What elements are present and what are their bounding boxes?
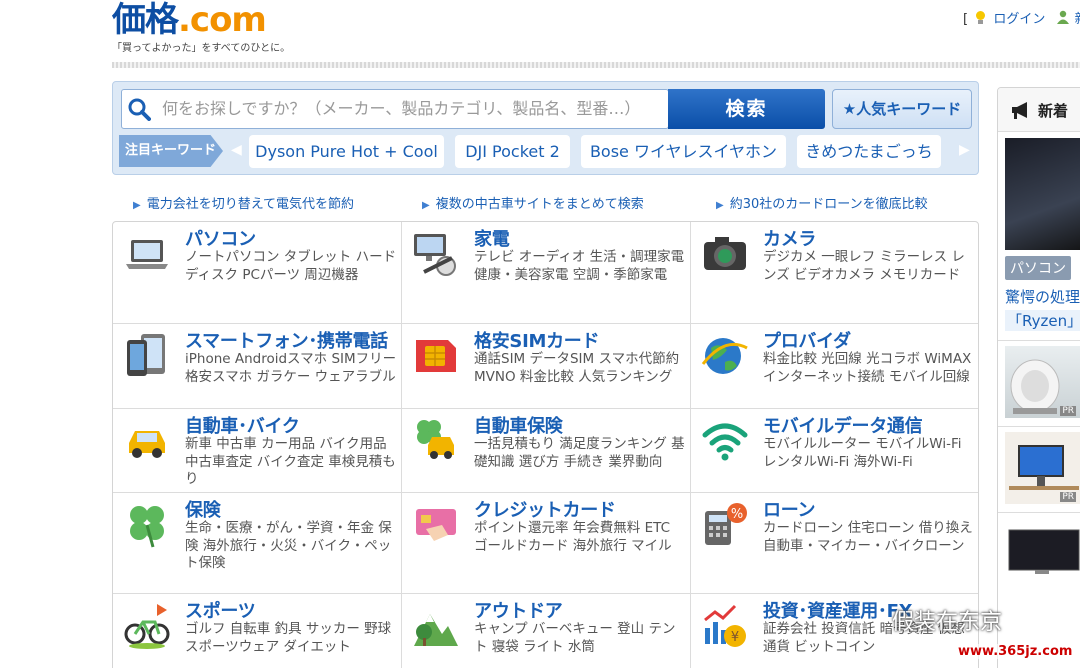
news-sidebar: 新着 パソコン 驚愕の処理 「Ryzen」 PR PR — [997, 87, 1080, 668]
category-loan[interactable]: % ローン カードローン 住宅ローン 借り換え 自動車・マイカー・バイクローン — [691, 493, 978, 594]
promo-link-card-loan[interactable]: ▶ 約30社のカードローンを徹底比較 — [716, 193, 928, 212]
register-link[interactable]: 新 — [1075, 12, 1080, 27]
mountain-tree-icon — [414, 614, 458, 646]
news-category-tag[interactable]: パソコン — [1005, 256, 1071, 280]
watermark-url: www.365jz.com — [958, 644, 1073, 659]
keyword-chip[interactable]: DJI Pocket 2 — [455, 135, 570, 168]
ad-thumbnail-heater[interactable]: PR — [1005, 346, 1080, 418]
category-insurance[interactable]: 保険 生命・医療・がん・学資・年金 保険 海外旅行・火災・バイク・ペット保険 — [113, 493, 402, 594]
car-icon — [129, 431, 165, 458]
sim-card-icon — [416, 340, 456, 372]
popular-keywords-button[interactable]: ★人気キーワード — [832, 89, 972, 129]
site-tagline: 「買ってよかった」をすべてのひとに。 — [112, 43, 291, 54]
bulb-icon — [974, 10, 987, 25]
bicycle-icon — [124, 604, 170, 649]
megaphone-icon — [1012, 102, 1027, 119]
category-car-insurance[interactable]: 自動車保険 一括見積もり 満足度ランキング 基礎知識 選び方 手続き 業界動向 — [402, 409, 691, 493]
watermark-text: 假装在东京 — [892, 610, 1003, 635]
news-headline-1[interactable]: 驚愕の処理 — [1005, 286, 1080, 307]
ad-thumbnail-tv[interactable] — [1005, 520, 1080, 592]
site-logo[interactable]: 価格.com — [112, 2, 267, 38]
tv-image — [1008, 529, 1080, 574]
category-camera[interactable]: カメラ デジカメ 一眼レフ ミラーレス レンズ ビデオカメラ メモリカード — [691, 222, 978, 324]
calculator-icon: % — [705, 503, 747, 545]
category-mobile-data[interactable]: モバイルデータ通信 モバイルルーター モバイルWi-Fi レンタルWi-Fi 海… — [691, 409, 978, 493]
search-panel: 何をお探しですか？（メーカー、製品カテゴリ、製品名、型番…） 検索 ★人気キーワ… — [112, 81, 979, 175]
keyword-chip[interactable]: Bose ワイヤレスイヤホン — [581, 135, 786, 168]
clover-car-icon — [417, 420, 454, 459]
sidebar-divider — [998, 426, 1080, 427]
top-links: [ ログイン 新 — [963, 8, 1080, 27]
triangle-icon: ▶ — [422, 200, 430, 211]
clover-icon — [130, 506, 164, 548]
svg-text:%: % — [731, 507, 743, 522]
wifi-icon — [702, 423, 748, 461]
news-headline-2[interactable]: 「Ryzen」 — [1005, 310, 1080, 331]
page: 価格.com 「買ってよかった」をすべてのひとに。 [ ログイン 新 何をお探し… — [0, 0, 1080, 668]
category-sim[interactable]: 格安SIMカード 通話SIM データSIM スマホ代節約 MVNO 料金比較 人… — [402, 324, 691, 409]
category-appliances[interactable]: 家電 テレビ オーディオ 生活・調理家電 健康・美容家電 空調・季節家電 — [402, 222, 691, 324]
category-smartphone[interactable]: スマートフォン･携帯電話 iPhone Androidスマホ SIMフリー 格安… — [113, 324, 402, 409]
category-credit-card[interactable]: クレジットカード ポイント還元率 年会費無料 ETC ゴールドカード 海外旅行 … — [402, 493, 691, 594]
user-add-icon — [1056, 10, 1069, 25]
login-link[interactable]: ログイン — [993, 12, 1045, 27]
sidebar-divider — [998, 512, 1080, 513]
sidebar-header: 新着 — [998, 88, 1080, 132]
category-grid: パソコン ノートパソコン タブレット ハードディスク PCパーツ 周辺機器 家電… — [112, 221, 979, 668]
header-divider — [112, 62, 1080, 68]
triangle-icon: ▶ — [716, 200, 724, 211]
category-car-bike[interactable]: 自動車･バイク 新車 中古車 カー用品 バイク用品 中古車査定 バイク査定 車検… — [113, 409, 402, 493]
chevron-left-icon[interactable]: ◀ — [231, 142, 242, 158]
smartphone-icon — [127, 334, 165, 376]
camera-icon — [704, 237, 746, 270]
chevron-right-icon[interactable]: ▶ — [959, 142, 970, 158]
promo-link-electricity[interactable]: ▶ 電力会社を切り替えて電気代を節約 — [133, 193, 354, 212]
svg-text:¥: ¥ — [731, 630, 739, 645]
featured-keywords-label: 注目キーワード — [119, 135, 223, 167]
search-icon — [128, 98, 151, 121]
globe-icon — [701, 338, 748, 374]
ad-thumbnail-desktop[interactable]: PR — [1005, 432, 1080, 504]
keyword-chip[interactable]: Dyson Pure Hot + Cool — [249, 135, 444, 168]
category-pc[interactable]: パソコン ノートパソコン タブレット ハードディスク PCパーツ 周辺機器 — [113, 222, 402, 324]
search-input[interactable]: 何をお探しですか？（メーカー、製品カテゴリ、製品名、型番…） — [121, 89, 669, 129]
sidebar-divider — [998, 340, 1080, 341]
search-button[interactable]: 検索 — [668, 89, 825, 129]
promo-link-used-car[interactable]: ▶ 複数の中古車サイトをまとめて検索 — [422, 193, 644, 212]
tv-appliance-icon — [414, 234, 456, 276]
category-sports[interactable]: スポーツ ゴルフ 自転車 釣具 サッカー 野球 スポーツウェア ダイエット — [113, 594, 402, 668]
category-provider[interactable]: プロバイダ 料金比較 光回線 光コラボ WiMAX インターネット接続 モバイル… — [691, 324, 978, 409]
chart-yen-icon: ¥ — [704, 604, 746, 647]
keyword-chip[interactable]: きめつたまごっち — [797, 135, 941, 168]
credit-card-icon — [416, 509, 456, 541]
laptop-icon — [126, 240, 168, 269]
triangle-icon: ▶ — [133, 200, 141, 211]
category-outdoor[interactable]: アウトドア キャンプ バーベキュー 登山 テント 寝袋 ライト 水筒 — [402, 594, 691, 668]
news-image[interactable] — [1005, 138, 1080, 250]
